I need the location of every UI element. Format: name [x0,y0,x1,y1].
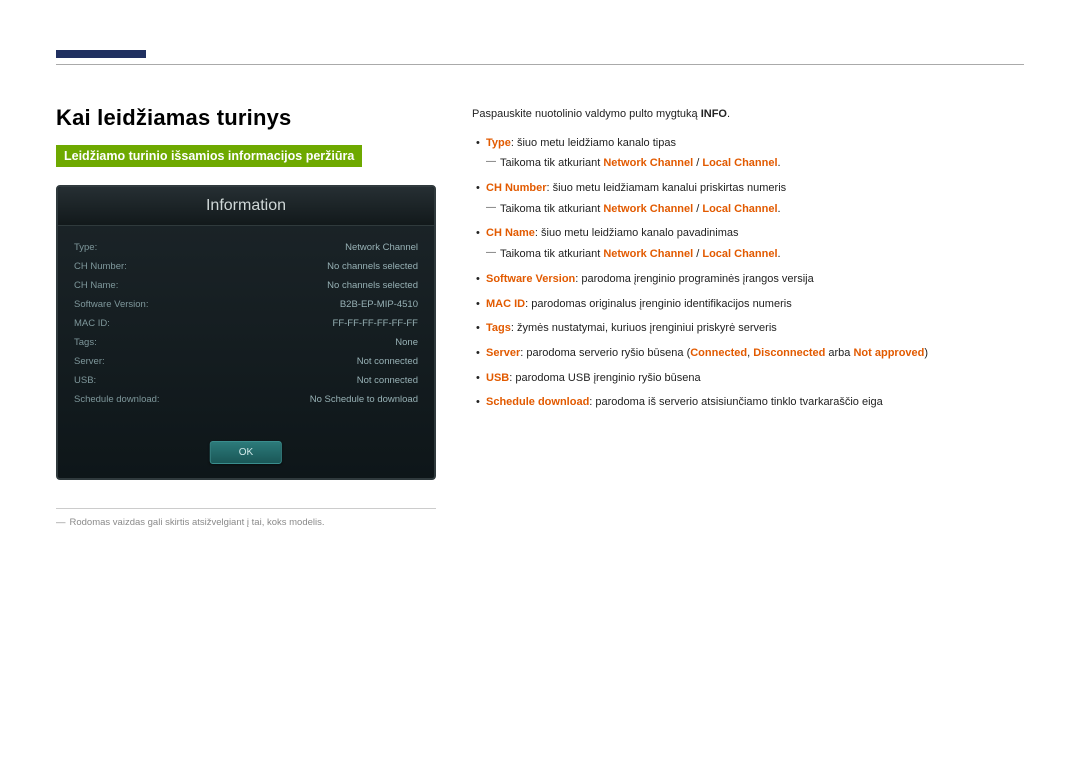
server-c2: arba [825,347,853,359]
key-sw: Software Version [486,273,575,285]
server-disconnected: Disconnected [753,347,825,359]
information-window: Information Type: Network Channel CH Numb… [56,185,436,480]
info-value: No channels selected [327,261,418,272]
info-bullet-list: Type: šiuo metu leidžiamo kanalo tipas T… [472,134,1024,412]
info-label: USB: [74,375,96,386]
info-row: MAC ID: FF-FF-FF-FF-FF-FF [74,314,418,333]
server-notapproved: Not approved [853,347,924,359]
note-lc: Local Channel [702,248,777,260]
info-label: CH Name: [74,280,118,291]
info-label: Tags: [74,337,97,348]
intro-bold: INFO [701,108,727,120]
rest-usb: : parodoma USB įrenginio ryšio būsena [509,372,700,384]
note-prefix: Taikoma tik atkuriant [500,203,603,215]
info-label: Type: [74,242,97,253]
note-chname: Taikoma tik atkuriant Network Channel / … [486,245,1024,264]
info-list: Type: Network Channel CH Number: No channe… [58,226,434,409]
bullet-usb: USB: parodoma USB įrenginio ryšio būsena [472,369,1024,388]
note-sep: / [693,248,702,260]
info-value: Not connected [357,356,418,367]
info-label: Schedule download: [74,394,160,405]
info-row: Schedule download: No Schedule to downloa… [74,390,418,409]
note-nc: Network Channel [603,157,693,169]
window-title: Information [58,187,434,226]
server-c3: ) [924,347,928,359]
bullet-type: Type: šiuo metu leidžiamo kanalo tipas T… [472,134,1024,173]
bullet-server: Server: parodoma serverio ryšio būsena (… [472,344,1024,363]
key-server: Server [486,347,520,359]
bullet-software: Software Version: parodoma įrenginio pro… [472,270,1024,289]
info-label: MAC ID: [74,318,110,329]
info-row: Tags: None [74,333,418,352]
info-value: Network Channel [345,242,418,253]
rest-chname: : šiuo metu leidžiamo kanalo pavadinimas [535,227,739,239]
note-sep: / [693,157,702,169]
footnote-dash: ― [56,517,66,528]
info-value: No Schedule to download [310,394,418,405]
intro-line: Paspauskite nuotolinio valdymo pulto myg… [472,105,1024,124]
section-title: Leidžiamo turinio išsamios informacijos … [56,145,362,167]
note-type: Taikoma tik atkuriant Network Channel / … [486,154,1024,173]
info-row: Server: Not connected [74,352,418,371]
bullet-macid: MAC ID: parodomas originalus įrenginio i… [472,295,1024,314]
note-lc: Local Channel [702,157,777,169]
rest-chnum: : šiuo metu leidžiamam kanalui priskirta… [547,182,787,194]
note-nc: Network Channel [603,203,693,215]
server-connected: Connected [690,347,747,359]
info-label: CH Number: [74,261,127,272]
bullet-schedule: Schedule download: parodoma iš serverio … [472,393,1024,412]
left-column: Kai leidžiamas turinys Leidžiamo turinio… [56,105,436,528]
bullet-tags: Tags: žymės nustatymai, kuriuos įrengini… [472,319,1024,338]
info-value: None [395,337,418,348]
rest-type: : šiuo metu leidžiamo kanalo tipas [511,137,676,149]
note-suffix: . [778,203,781,215]
footnote: ― Rodomas vaizdas gali skirtis atsižvelgi… [56,517,436,528]
info-value: B2B-EP-MIP-4510 [340,299,418,310]
info-label: Software Version: [74,299,148,310]
key-tags: Tags [486,322,511,334]
right-column: Paspauskite nuotolinio valdymo pulto myg… [472,105,1024,418]
note-suffix: . [778,248,781,260]
accent-bar [56,50,146,58]
top-divider [56,64,1024,65]
note-nc: Network Channel [603,248,693,260]
key-chname: CH Name [486,227,535,239]
ok-button[interactable]: OK [210,441,282,464]
rest-server-a: : parodoma serverio ryšio būsena ( [520,347,690,359]
key-usb: USB [486,372,509,384]
rest-sw: : parodoma įrenginio programinės įrangos… [575,273,813,285]
info-row: CH Name: No channels selected [74,276,418,295]
note-prefix: Taikoma tik atkuriant [500,248,603,260]
content-wrap: Kai leidžiamas turinys Leidžiamo turinio… [56,105,1024,528]
note-lc: Local Channel [702,203,777,215]
footnote-separator [56,508,436,509]
rest-tags: : žymės nustatymai, kuriuos įrenginiui p… [511,322,777,334]
note-chnum: Taikoma tik atkuriant Network Channel / … [486,200,1024,219]
bullet-chname: CH Name: šiuo metu leidžiamo kanalo pava… [472,224,1024,263]
note-suffix: . [778,157,781,169]
key-sched: Schedule download [486,396,589,408]
info-row: Software Version: B2B-EP-MIP-4510 [74,295,418,314]
intro-prefix: Paspauskite nuotolinio valdymo pulto myg… [472,108,701,120]
info-row: Type: Network Channel [74,238,418,257]
info-value: No channels selected [327,280,418,291]
key-chnum: CH Number [486,182,547,194]
info-row: USB: Not connected [74,371,418,390]
intro-suffix: . [727,108,730,120]
info-row: CH Number: No channels selected [74,257,418,276]
info-value: Not connected [357,375,418,386]
info-value: FF-FF-FF-FF-FF-FF [333,318,418,329]
key-mac: MAC ID [486,298,525,310]
footnote-text: Rodomas vaizdas gali skirtis atsižvelgia… [70,517,325,528]
bullet-chnumber: CH Number: šiuo metu leidžiamam kanalui … [472,179,1024,218]
rest-mac: : parodomas originalus įrenginio identif… [525,298,792,310]
page-title: Kai leidžiamas turinys [56,105,436,131]
info-label: Server: [74,356,105,367]
rest-sched: : parodoma iš serverio atsisiunčiamo tin… [589,396,882,408]
note-prefix: Taikoma tik atkuriant [500,157,603,169]
key-type: Type [486,137,511,149]
note-sep: / [693,203,702,215]
